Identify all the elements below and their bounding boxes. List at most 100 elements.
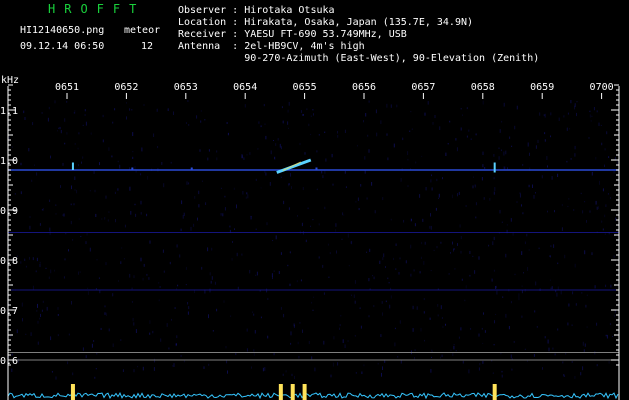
noise-speck xyxy=(357,197,359,201)
noise-speck xyxy=(302,187,304,191)
noise-speck xyxy=(563,374,565,377)
noise-speck xyxy=(126,102,127,104)
noise-speck xyxy=(153,133,155,137)
noise-speck xyxy=(482,100,484,105)
noise-speck xyxy=(484,167,486,169)
noise-speck xyxy=(225,346,227,349)
noise-speck xyxy=(70,203,72,206)
noise-speck xyxy=(20,162,22,166)
noise-speck xyxy=(465,285,467,289)
noise-speck xyxy=(321,171,323,174)
noise-speck xyxy=(595,156,597,160)
noise-speck xyxy=(310,115,312,117)
noise-speck xyxy=(89,247,91,252)
noise-speck xyxy=(187,311,189,315)
noise-speck xyxy=(345,186,347,188)
noise-speck xyxy=(162,249,164,253)
noise-speck xyxy=(287,109,289,113)
noise-speck xyxy=(134,203,136,206)
noise-speck xyxy=(288,207,290,210)
noise-speck xyxy=(604,214,606,218)
noise-speck xyxy=(62,162,64,166)
noise-speck xyxy=(154,358,155,363)
noise-speck xyxy=(60,130,62,134)
noise-speck xyxy=(227,370,228,374)
noise-speck xyxy=(566,127,568,131)
amplitude-spike xyxy=(278,384,283,400)
noise-speck xyxy=(382,197,384,201)
noise-speck xyxy=(42,300,44,303)
noise-speck xyxy=(431,349,433,352)
noise-speck xyxy=(174,307,176,309)
noise-speck xyxy=(599,180,600,185)
noise-speck xyxy=(41,112,43,114)
noise-speck xyxy=(140,173,142,176)
noise-speck xyxy=(571,324,573,326)
noise-speck xyxy=(265,135,267,140)
noise-speck xyxy=(462,360,464,364)
noise-speck xyxy=(135,213,137,217)
noise-speck xyxy=(118,280,119,282)
noise-speck xyxy=(237,286,239,290)
noise-speck xyxy=(549,255,551,257)
noise-speck xyxy=(507,167,508,170)
noise-speck xyxy=(500,149,502,152)
amplitude-spike xyxy=(290,384,295,400)
noise-speck xyxy=(455,350,457,352)
noise-speck xyxy=(290,173,291,177)
noise-speck xyxy=(76,189,78,194)
noise-speck xyxy=(435,207,437,211)
noise-speck xyxy=(450,252,451,254)
noise-speck xyxy=(67,361,69,365)
noise-speck xyxy=(160,338,162,342)
noise-speck xyxy=(260,125,262,128)
noise-speck xyxy=(134,166,136,170)
noise-speck xyxy=(354,280,356,284)
noise-speck xyxy=(93,340,95,342)
noise-speck xyxy=(180,355,182,357)
noise-speck xyxy=(306,108,308,111)
noise-speck xyxy=(161,162,163,165)
noise-speck xyxy=(424,339,425,342)
noise-speck xyxy=(610,284,612,288)
noise-speck xyxy=(133,322,135,326)
noise-speck xyxy=(469,274,471,277)
noise-speck xyxy=(580,192,582,195)
noise-speck xyxy=(508,326,510,330)
noise-speck xyxy=(117,188,119,191)
noise-speck xyxy=(210,280,212,284)
noise-speck xyxy=(382,312,383,316)
noise-speck xyxy=(557,262,559,265)
noise-speck xyxy=(366,197,368,200)
x-tick-label: 0658 xyxy=(471,82,495,93)
noise-speck xyxy=(131,109,133,111)
noise-speck xyxy=(355,201,357,203)
noise-speck xyxy=(494,187,496,191)
noise-speck xyxy=(78,164,79,167)
noise-speck xyxy=(605,334,607,337)
noise-speck xyxy=(324,131,326,133)
noise-speck xyxy=(535,281,537,286)
noise-speck xyxy=(29,256,30,260)
noise-speck xyxy=(582,210,584,214)
noise-speck xyxy=(290,342,292,345)
noise-speck xyxy=(483,312,484,315)
noise-speck xyxy=(264,367,266,371)
noise-speck xyxy=(185,122,187,124)
noise-speck xyxy=(293,323,295,327)
noise-speck xyxy=(8,136,10,139)
noise-speck xyxy=(363,120,364,123)
noise-speck xyxy=(574,153,576,157)
noise-speck xyxy=(279,143,281,148)
noise-speck xyxy=(86,233,88,236)
noise-speck xyxy=(372,275,374,277)
noise-speck xyxy=(456,147,458,152)
noise-speck xyxy=(171,318,172,321)
noise-speck xyxy=(582,341,584,346)
noise-speck xyxy=(534,310,536,313)
noise-speck xyxy=(576,101,578,103)
noise-speck xyxy=(132,156,134,159)
noise-speck xyxy=(591,171,593,176)
meteor-echo xyxy=(315,167,318,170)
noise-speck xyxy=(90,132,92,135)
